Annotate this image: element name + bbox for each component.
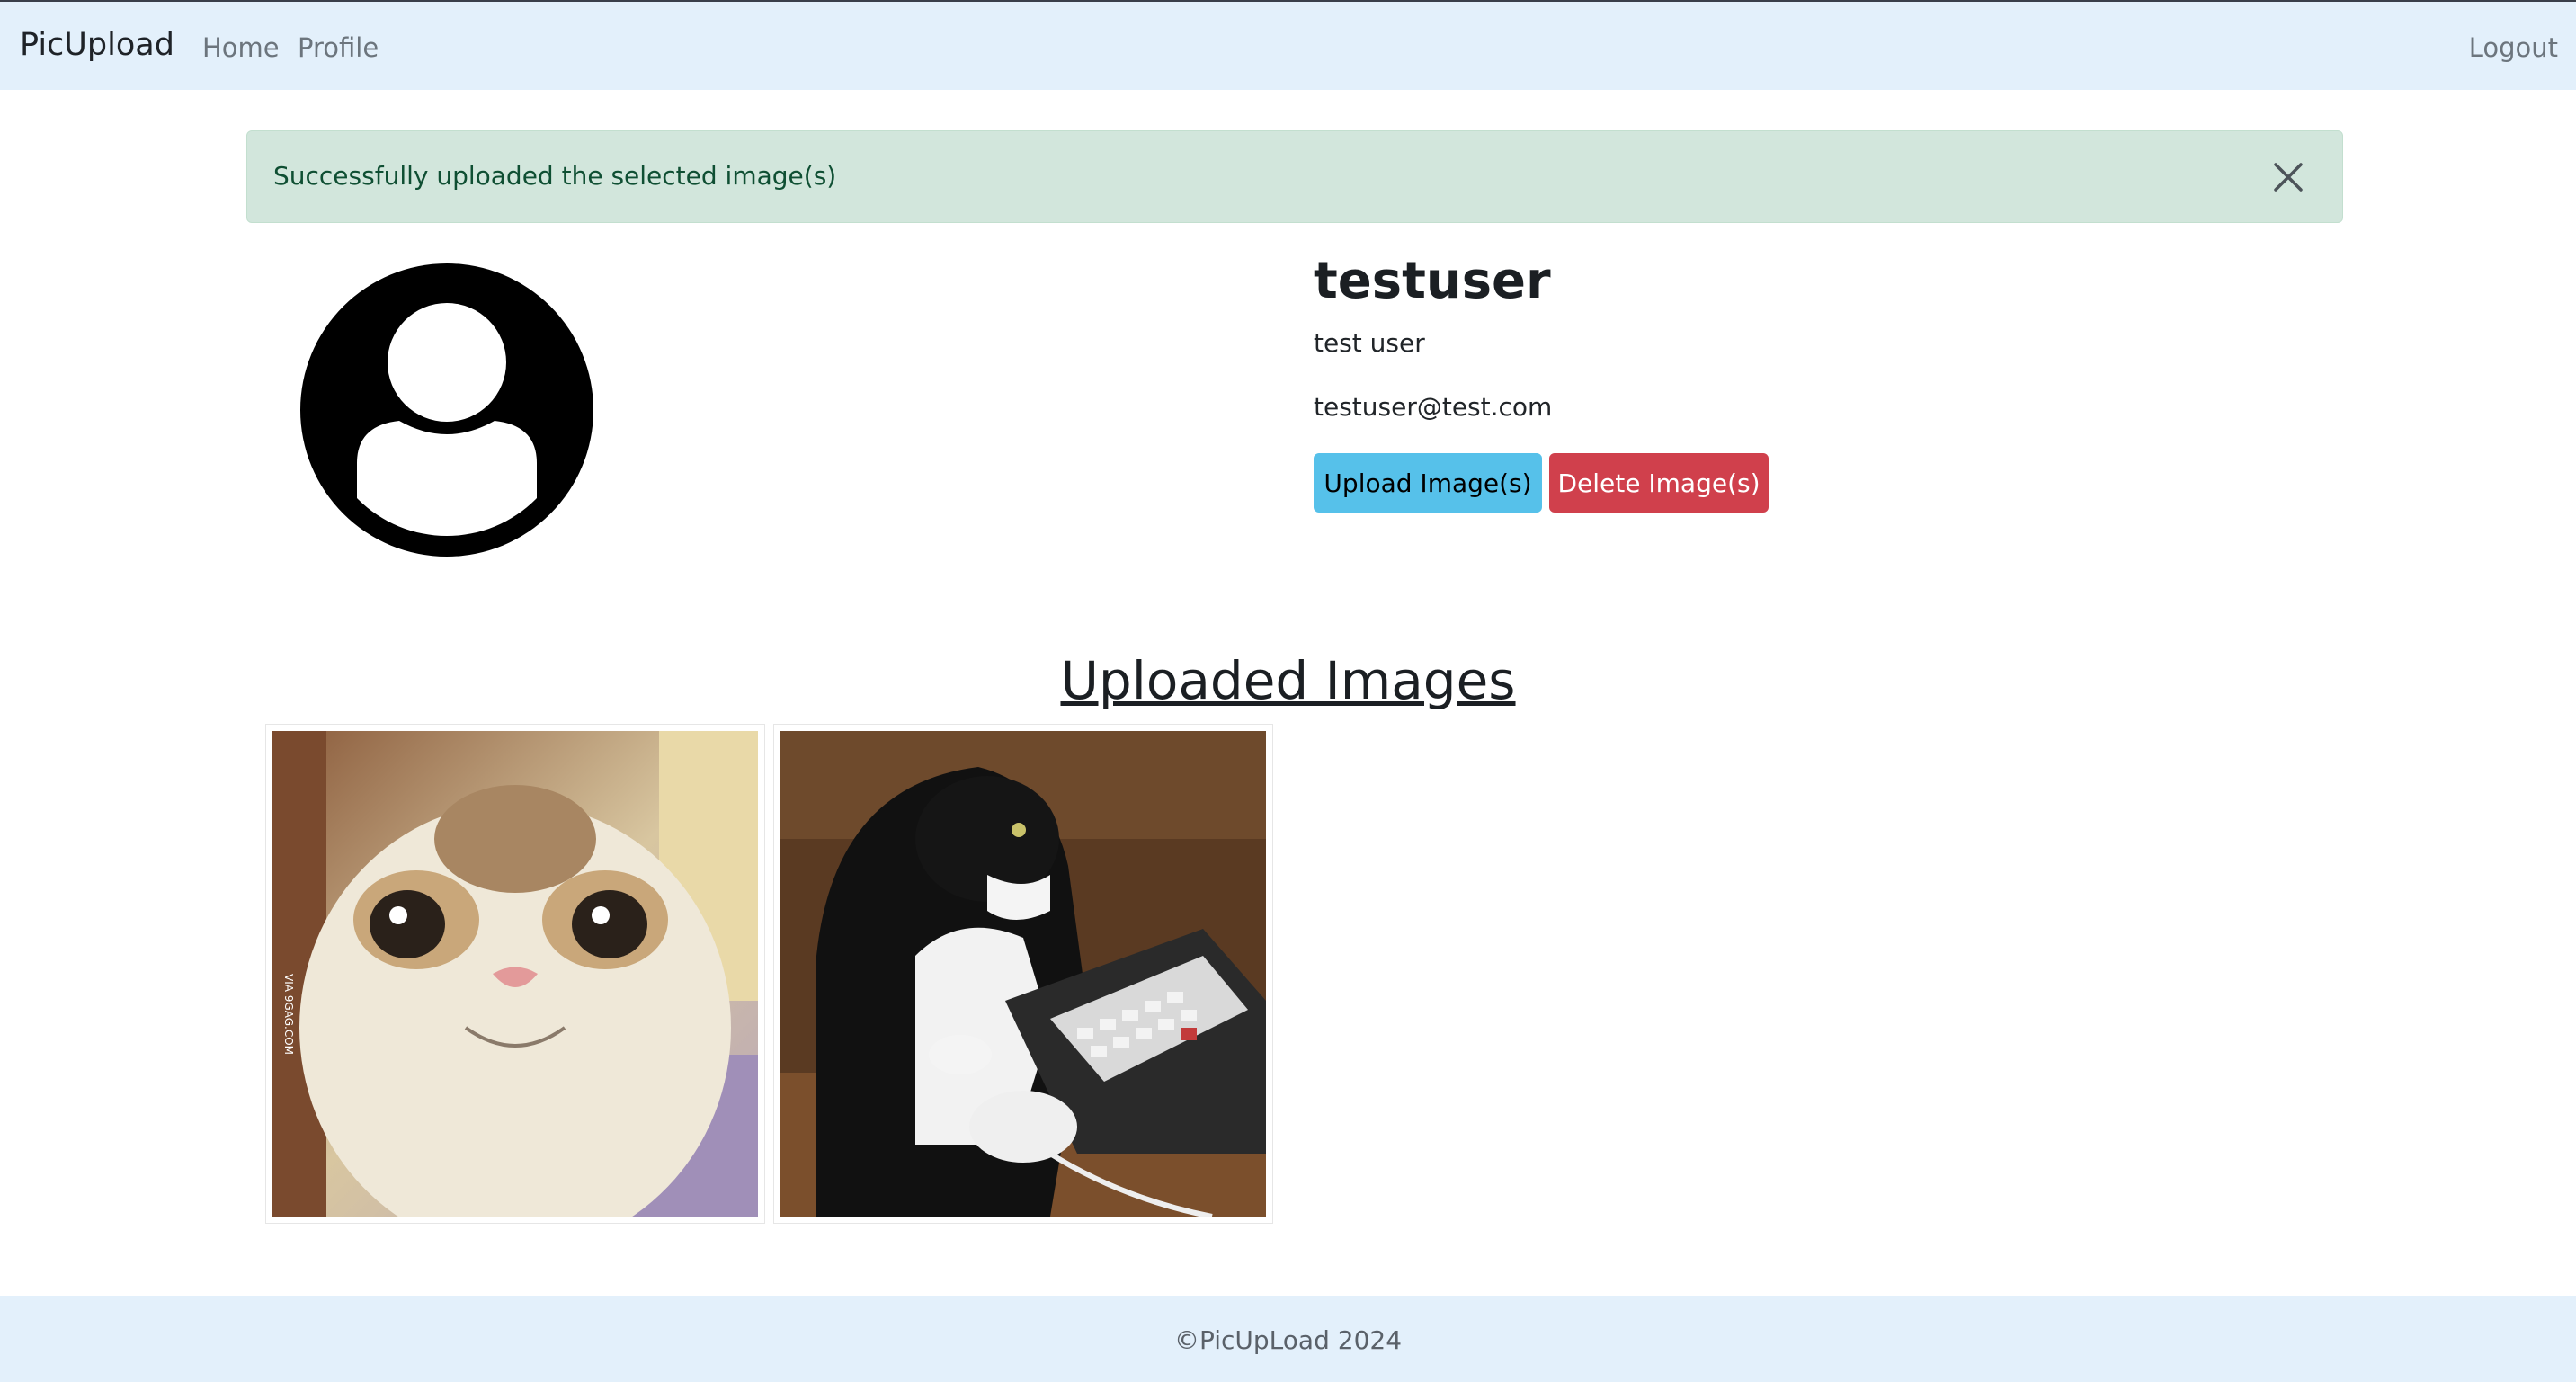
gallery-image-smiling-cat[interactable]: VIA 9GAG.COM [265, 724, 765, 1224]
gallery-image-keyboard-cat[interactable] [773, 724, 1273, 1224]
watermark-text: VIA 9GAG.COM [282, 974, 295, 1055]
profile-username: testuser [1314, 252, 1551, 310]
profile-full-name: test user [1314, 328, 1425, 358]
footer: ©PicUpLoad 2024 [0, 1296, 2576, 1382]
user-avatar-icon [300, 263, 593, 557]
footer-copyright: ©PicUpLoad 2024 [1173, 1325, 1403, 1355]
close-icon[interactable] [2270, 159, 2306, 195]
gallery-title: Uploaded Images [1060, 650, 1516, 711]
keyboard-cat-image [780, 731, 1266, 1217]
nav-link-home[interactable]: Home [202, 32, 280, 63]
smiling-cat-image: VIA 9GAG.COM [272, 731, 758, 1217]
logout-link[interactable]: Logout [2469, 32, 2558, 63]
profile-email: testuser@test.com [1314, 392, 1553, 422]
brand-logo[interactable]: PicUpload [20, 27, 174, 63]
delete-images-button[interactable]: Delete Image(s) [1549, 453, 1769, 513]
page: PicUpload Home Profile Logout Successful… [0, 0, 2576, 1382]
navbar: PicUpload Home Profile Logout [0, 0, 2576, 90]
nav-link-profile[interactable]: Profile [298, 32, 379, 63]
success-alert: Successfully uploaded the selected image… [246, 130, 2343, 223]
alert-message: Successfully uploaded the selected image… [273, 161, 837, 191]
upload-images-button[interactable]: Upload Image(s) [1314, 453, 1542, 513]
